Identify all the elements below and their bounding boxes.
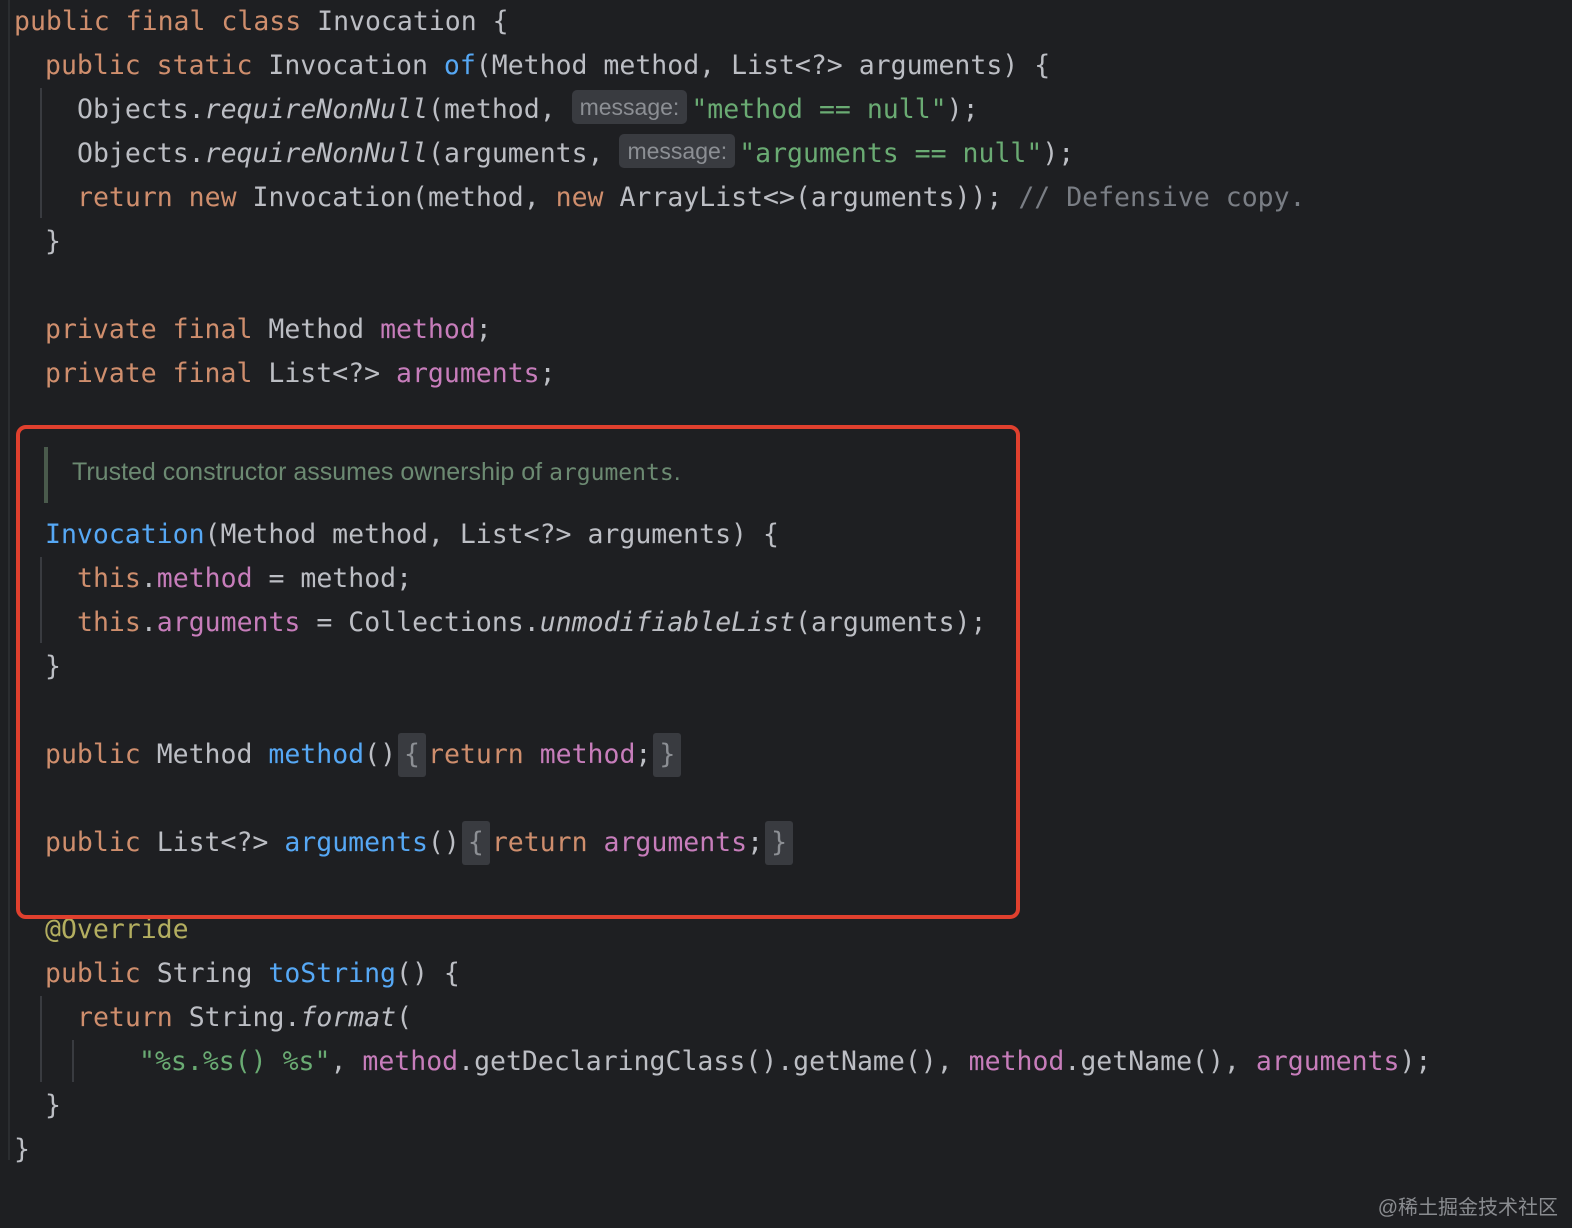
method-name: of — [443, 50, 476, 81]
params: (Method method, List<?> arguments) { — [475, 50, 1051, 81]
code-text: Objects. — [77, 94, 205, 125]
brace: } — [45, 1090, 61, 1121]
field-name: method — [380, 314, 476, 345]
code-text: .getDeclaringClass().getName(), — [458, 1046, 969, 1077]
field-name: arguments — [396, 358, 540, 389]
code-line-return-new[interactable]: return new Invocation(method, new ArrayL… — [77, 176, 1306, 220]
class-name: Invocation — [317, 6, 477, 37]
watermark: @稀土掘金技术社区 — [1377, 1197, 1558, 1219]
code-text: ; — [475, 314, 492, 345]
code-text: (method, — [428, 94, 572, 125]
static-call: format — [300, 1002, 397, 1033]
code-line-require-arguments[interactable]: Objects.requireNonNull(arguments, messag… — [77, 132, 1074, 176]
static-call: requireNonNull — [204, 94, 429, 125]
keyword: private final — [45, 358, 269, 389]
code-line-return-format[interactable]: return String.format( — [77, 996, 412, 1040]
type: String — [156, 958, 269, 989]
line-comment: // Defensive copy. — [1018, 182, 1306, 213]
type: Invocation — [268, 50, 444, 81]
parameter-hint: message: — [619, 134, 736, 168]
code-text: , — [330, 1046, 363, 1077]
code-text: ); — [1042, 138, 1075, 169]
keyword: public — [45, 958, 157, 989]
code-text: Invocation(method, — [252, 182, 556, 213]
type: Method — [268, 314, 381, 345]
keyword: return new — [77, 182, 253, 213]
parameter-hint: message: — [571, 90, 688, 124]
code-line-require-method[interactable]: Objects.requireNonNull(method, message: "… — [77, 88, 979, 132]
code-line-class-close[interactable]: } — [14, 1128, 30, 1172]
code-text: String. — [188, 1002, 301, 1033]
string-literal: "%s.%s() %s" — [139, 1046, 331, 1077]
string-literal: "arguments == null" — [739, 138, 1043, 169]
field-name: arguments — [1255, 1046, 1400, 1077]
code-text: ); — [946, 94, 979, 125]
code-text: ArrayList<>(arguments)); — [619, 182, 1019, 213]
indent-guide — [8, 0, 10, 1160]
keyword: public final class — [14, 6, 318, 37]
code-text: ( — [396, 1002, 413, 1033]
code-text: .getName(), — [1064, 1046, 1256, 1077]
code-line-format-args[interactable]: "%s.%s() %s", method.getDeclaringClass()… — [139, 1040, 1431, 1084]
code-text: () { — [396, 958, 460, 989]
code-text: Objects. — [77, 138, 205, 169]
keyword: new — [555, 182, 620, 213]
brace: } — [14, 1134, 30, 1165]
code-editor[interactable]: public final class Invocation { public s… — [0, 0, 1572, 1228]
code-line-field-arguments[interactable]: private final List<?> arguments; — [45, 352, 556, 396]
keyword: public static — [45, 50, 269, 81]
static-call: requireNonNull — [204, 138, 429, 169]
field-name: method — [362, 1046, 459, 1077]
indent-guide — [40, 88, 42, 218]
code-line-factory-signature[interactable]: public static Invocation of(Method metho… — [45, 44, 1050, 88]
type: List<?> — [268, 358, 397, 389]
code-text: (arguments, — [428, 138, 620, 169]
code-line-class-decl[interactable]: public final class Invocation { — [14, 0, 509, 44]
method-name: toString — [268, 958, 397, 989]
code-line-tostring-signature[interactable]: public String toString() { — [45, 952, 460, 996]
keyword: private final — [45, 314, 269, 345]
brace: { — [476, 6, 509, 37]
code-text: ); — [1399, 1046, 1432, 1077]
highlight-box — [16, 425, 1020, 919]
brace: } — [45, 226, 61, 257]
code-line-close-brace[interactable]: } — [45, 220, 61, 264]
keyword: return — [77, 1002, 189, 1033]
field-name: method — [968, 1046, 1065, 1077]
code-text: ; — [539, 358, 556, 389]
code-line-close-brace[interactable]: } — [45, 1084, 61, 1128]
indent-guide — [72, 1040, 74, 1082]
string-literal: "method == null" — [691, 94, 947, 125]
code-line-field-method[interactable]: private final Method method; — [45, 308, 492, 352]
indent-guide — [40, 996, 42, 1082]
